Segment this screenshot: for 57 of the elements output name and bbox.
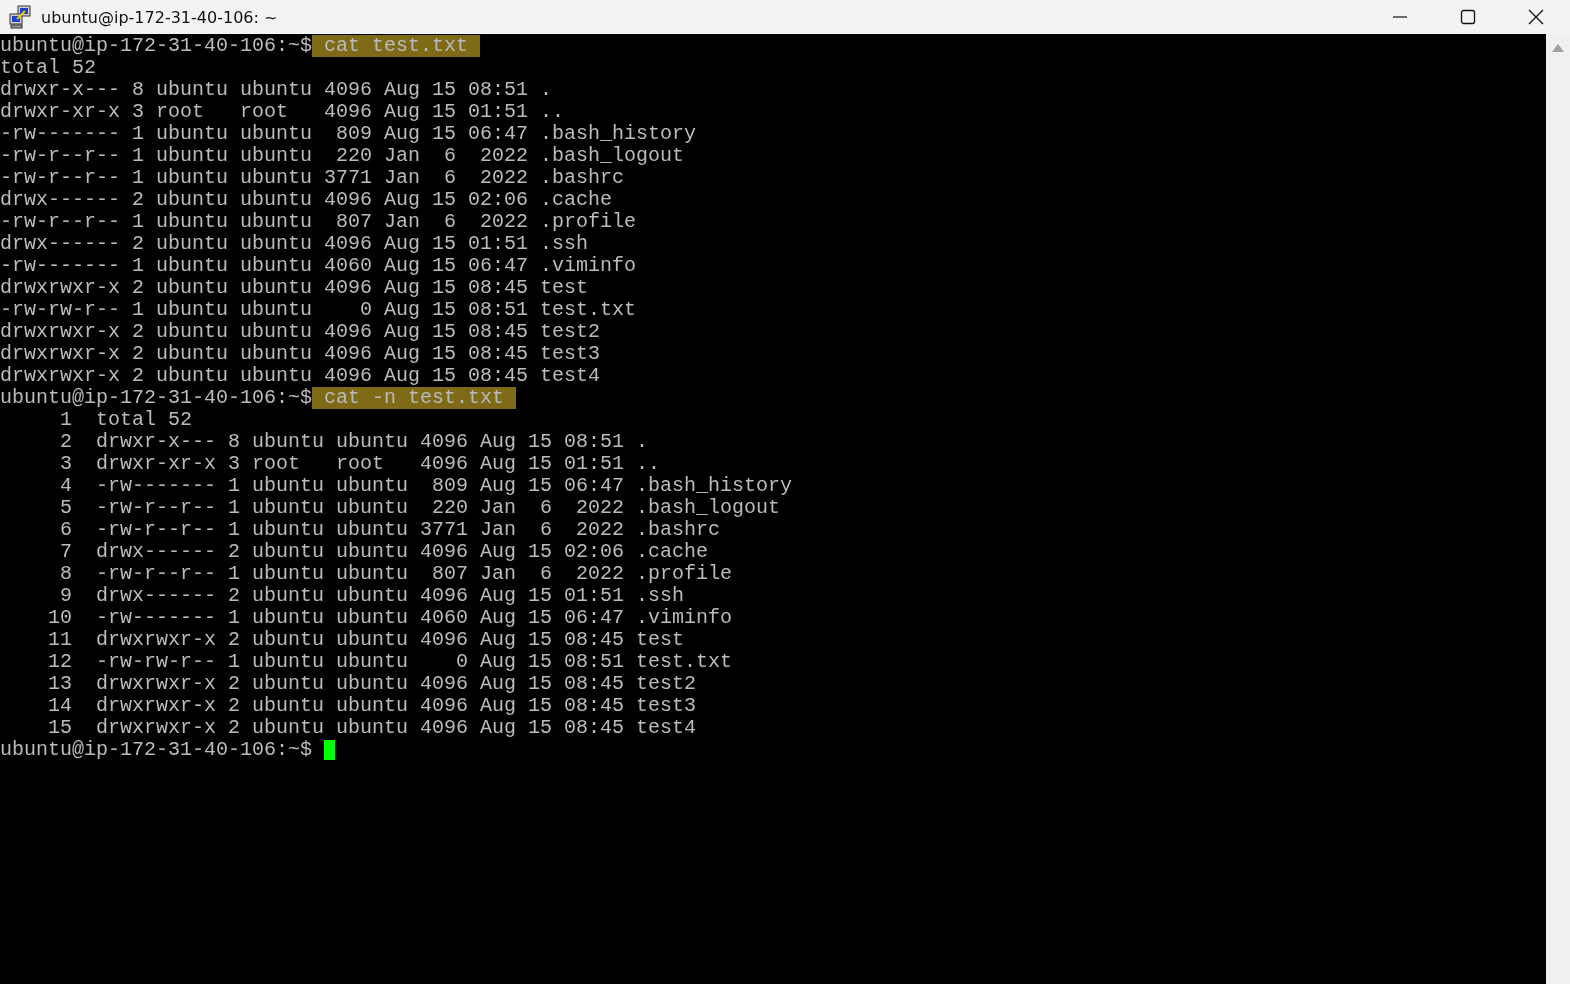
line-number: 2 [59, 431, 72, 453]
line-number: 5 [59, 497, 72, 519]
line-number: 1 [59, 409, 72, 431]
output-line: -rw-r--r-- 1 ubuntu ubuntu 220 Jan 6 2022 .bash_logout [96, 497, 781, 519]
line-number: 6 [59, 519, 72, 541]
line-number: 14 [47, 695, 72, 717]
line-number: 12 [47, 651, 72, 673]
line-number: 9 [59, 585, 72, 607]
output-line: drwxr-x--- 8 ubuntu ubuntu 4096 Aug 15 08:51 . [96, 431, 649, 453]
output-line: -rw-r--r-- 1 ubuntu ubuntu 807 Jan 6 2022 .profile [96, 563, 733, 585]
shell-prompt: ubuntu@ip-172-31-40-106:~$ [0, 35, 313, 57]
scrollbar[interactable] [1546, 34, 1570, 984]
output-line: -rw------- 1 ubuntu ubuntu 4060 Aug 15 06:47 .viminfo [0, 255, 637, 277]
output-line: drwxr-x--- 8 ubuntu ubuntu 4096 Aug 15 08:51 . [0, 79, 553, 101]
output-line: drwxrwxr-x 2 ubuntu ubuntu 4096 Aug 15 08:45 test [96, 629, 685, 651]
output-line: -rw------- 1 ubuntu ubuntu 809 Aug 15 06:47 .bash_history [0, 123, 697, 145]
output-line: -rw------- 1 ubuntu ubuntu 4060 Aug 15 06:47 .viminfo [96, 607, 733, 629]
output-line: drwxrwxr-x 2 ubuntu ubuntu 4096 Aug 15 08:45 test2 [0, 321, 601, 343]
line-number: 3 [59, 453, 72, 475]
output-line: drwxrwxr-x 2 ubuntu ubuntu 4096 Aug 15 08:45 test4 [0, 365, 601, 387]
close-icon [1528, 9, 1544, 25]
line-number: 10 [47, 607, 72, 629]
output-line: drwxrwxr-x 2 ubuntu ubuntu 4096 Aug 15 08:45 test4 [96, 717, 697, 739]
scroll-up-icon[interactable] [1551, 43, 1565, 53]
output-line: drwx------ 2 ubuntu ubuntu 4096 Aug 15 01:51 .ssh [0, 233, 589, 255]
typed-command: cat -n test.txt [312, 387, 517, 409]
minimize-icon [1392, 16, 1408, 18]
output-line: drwxrwxr-x 2 ubuntu ubuntu 4096 Aug 15 08:45 test2 [96, 673, 697, 695]
output-line: drwxr-xr-x 3 root root 4096 Aug 15 01:51 .. [96, 453, 661, 475]
computers-icon [9, 5, 33, 29]
output-line: -rw-rw-r-- 1 ubuntu ubuntu 0 Aug 15 08:51 test.txt [0, 299, 637, 321]
output-line: -rw-r--r-- 1 ubuntu ubuntu 3771 Jan 6 2022 .bashrc [96, 519, 721, 541]
output-line: -rw-r--r-- 1 ubuntu ubuntu 220 Jan 6 2022 .bash_logout [0, 145, 685, 167]
output-line: drwxrwxr-x 2 ubuntu ubuntu 4096 Aug 15 08:45 test3 [0, 343, 601, 365]
output-line: -rw-r--r-- 1 ubuntu ubuntu 807 Jan 6 2022 .profile [0, 211, 637, 233]
output-line: -rw-rw-r-- 1 ubuntu ubuntu 0 Aug 15 08:51 test.txt [96, 651, 733, 673]
output-line: drwx------ 2 ubuntu ubuntu 4096 Aug 15 02:06 .cache [0, 189, 613, 211]
output-line: drwx------ 2 ubuntu ubuntu 4096 Aug 15 02:06 .cache [96, 541, 709, 563]
line-number: 13 [47, 673, 72, 695]
output-line: -rw------- 1 ubuntu ubuntu 809 Aug 15 06:47 .bash_history [96, 475, 793, 497]
shell-prompt: ubuntu@ip-172-31-40-106:~$ [0, 387, 313, 409]
line-number: 4 [59, 475, 72, 497]
output-line: drwxr-xr-x 3 root root 4096 Aug 15 01:51 .. [0, 101, 565, 123]
typed-command: cat test.txt [312, 35, 481, 57]
line-number: 7 [59, 541, 72, 563]
output-line: drwx------ 2 ubuntu ubuntu 4096 Aug 15 01:51 .ssh [96, 585, 685, 607]
maximize-icon [1460, 9, 1476, 25]
line-number: 8 [59, 563, 72, 585]
output-line: drwxrwxr-x 2 ubuntu ubuntu 4096 Aug 15 08:45 test3 [96, 695, 697, 717]
line-number: 15 [47, 717, 72, 739]
window-title: ubuntu@ip-172-31-40-106: ~ [41, 7, 279, 27]
output-line: total 52 [96, 409, 192, 431]
output-line: -rw-r--r-- 1 ubuntu ubuntu 3771 Jan 6 2022 .bashrc [0, 167, 625, 189]
line-number: 11 [47, 629, 72, 651]
shell-prompt: ubuntu@ip-172-31-40-106:~$ [0, 739, 313, 761]
output-line: total 52 [0, 57, 96, 79]
output-line: drwxrwxr-x 2 ubuntu ubuntu 4096 Aug 15 08:45 test [0, 277, 589, 299]
